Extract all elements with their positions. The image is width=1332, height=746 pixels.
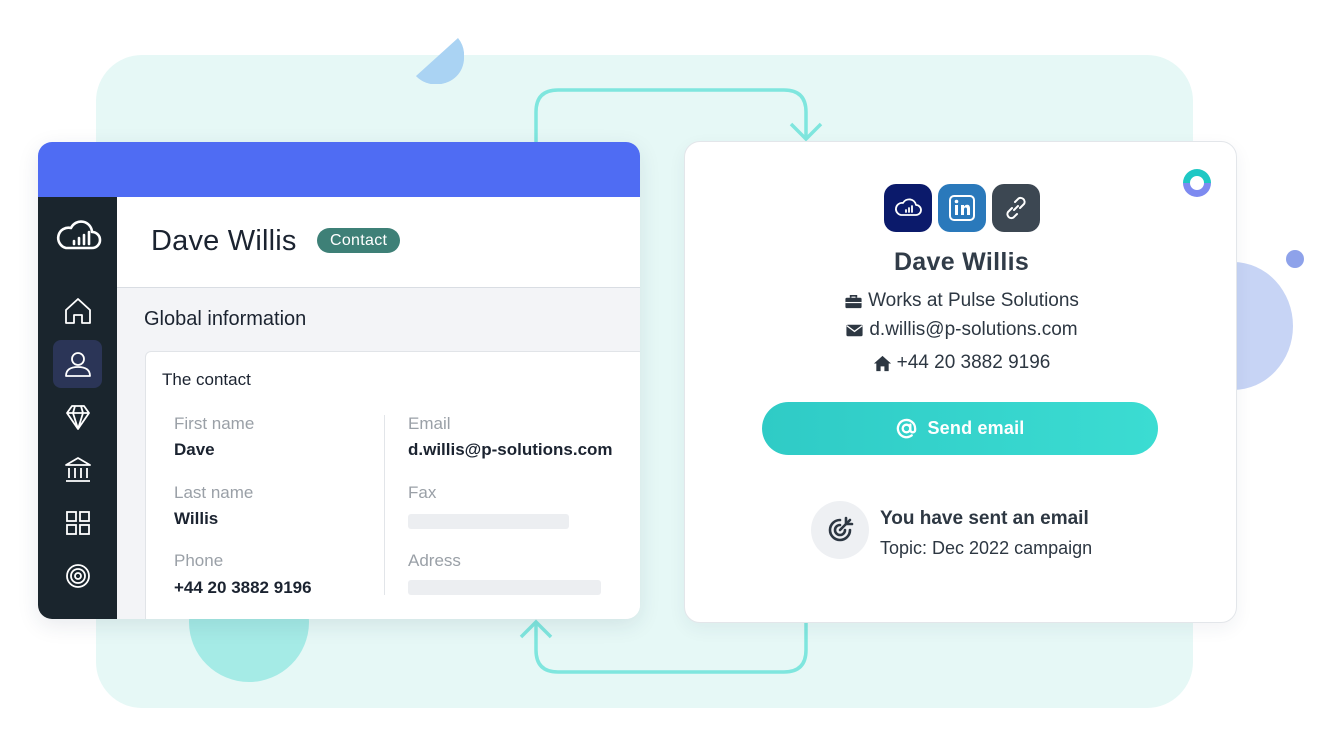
sidebar-item-home[interactable] (53, 287, 102, 335)
decorative-quarter-circle (416, 38, 464, 84)
last-name-label: Last name (174, 483, 254, 502)
social-link-button[interactable] (992, 184, 1040, 232)
cloud-analytics-icon (56, 220, 102, 250)
email-label: Email (408, 414, 451, 433)
home-icon (873, 355, 891, 371)
social-linkedin-button[interactable] (938, 184, 986, 232)
phone-label: Phone (174, 551, 224, 570)
linkedin-icon (949, 195, 975, 221)
phone-text: +44 20 3882 9196 (896, 352, 1051, 373)
phone-line: +44 20 3882 9196 (685, 352, 1238, 374)
email-field[interactable]: d.willis@p-solutions.com (408, 440, 613, 460)
target-arrow-icon (828, 516, 854, 542)
company-text: Works at Pulse Solutions (868, 290, 1079, 311)
email-line: d.willis@p-solutions.com (685, 319, 1238, 341)
send-email-label: Send email (927, 418, 1025, 438)
page-title: Dave Willis (151, 225, 297, 257)
user-icon (64, 352, 91, 377)
at-sign-icon (897, 418, 917, 439)
profile-card: Dave Willis Works at Pulse Solutions d.w… (684, 141, 1237, 623)
profile-name: Dave Willis (893, 248, 1030, 276)
address-field[interactable] (408, 580, 601, 595)
cloud-analytics-icon (895, 198, 922, 216)
diamond-icon (65, 405, 90, 430)
briefcase-icon (845, 294, 862, 308)
send-email-button[interactable]: Send email (762, 402, 1158, 455)
fax-field[interactable] (408, 514, 569, 529)
illustration-stage: Dave Willis Contact Global information T… (0, 0, 1332, 746)
first-name-field[interactable]: Dave (174, 440, 215, 460)
sidebar (38, 197, 117, 619)
last-name-field[interactable]: Willis (174, 509, 218, 529)
address-label: Adress (408, 551, 461, 570)
contact-details-card: The contact First name Dave Last name Wi… (145, 351, 640, 619)
contact-body: Global information The contact First nam… (117, 288, 640, 619)
target-icon (65, 564, 90, 588)
sidebar-item-companies[interactable] (53, 446, 102, 494)
first-name-label: First name (174, 414, 255, 433)
phone-field[interactable]: +44 20 3882 9196 (174, 578, 312, 598)
decorative-dot (1286, 250, 1304, 268)
sidebar-item-campaigns[interactable] (53, 552, 102, 600)
contact-header: Dave Willis Contact (117, 197, 640, 288)
card-title: The contact (162, 370, 251, 389)
envelope-icon (846, 324, 863, 336)
crm-window: Dave Willis Contact Global information T… (38, 142, 640, 619)
activity-icon-wrapper (811, 501, 869, 559)
section-title: Global information (144, 308, 307, 330)
status-badge: Contact (317, 228, 401, 253)
sidebar-item-deals[interactable] (53, 393, 102, 441)
window-titlebar (38, 142, 640, 197)
activity-title: You have sent an email (880, 508, 1089, 529)
home-icon (64, 298, 91, 324)
sidebar-item-contacts[interactable] (53, 340, 102, 388)
grid-icon (65, 511, 90, 535)
fax-label: Fax (408, 483, 437, 502)
bank-icon (64, 457, 91, 482)
activity-topic: Topic: Dec 2022 campaign (880, 538, 1093, 558)
email-text[interactable]: d.willis@p-solutions.com (869, 319, 1077, 341)
sidebar-item-dashboard[interactable] (53, 499, 102, 547)
column-divider (384, 415, 385, 595)
brand-logo-icon (1183, 169, 1211, 197)
link-icon (1006, 196, 1026, 220)
social-cloud-button[interactable] (884, 184, 932, 232)
company-line: Works at Pulse Solutions (685, 290, 1238, 312)
